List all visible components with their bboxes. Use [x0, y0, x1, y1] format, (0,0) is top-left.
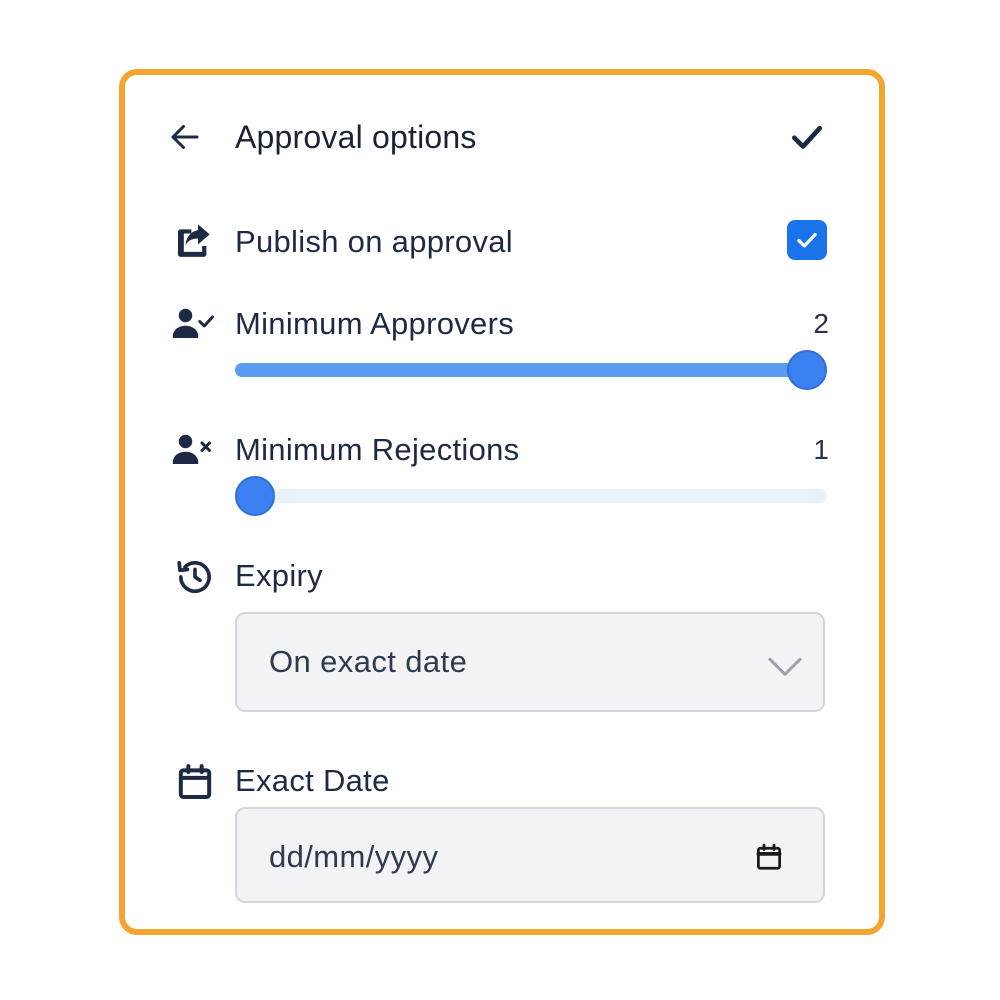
calendar-icon	[178, 764, 212, 799]
approvers-slider-thumb[interactable]	[787, 350, 827, 390]
rejections-row-icon	[171, 427, 215, 471]
expiry-select[interactable]: On exact date	[235, 612, 825, 712]
approval-options-panel: Approval options Publish on approval Min…	[119, 69, 885, 935]
approvers-label: Minimum Approvers	[235, 306, 515, 341]
calendar-picker-icon	[756, 843, 782, 870]
exact-date-label: Exact Date	[235, 763, 390, 798]
history-icon	[177, 561, 211, 594]
chevron-down-icon	[768, 657, 802, 676]
approvers-slider-fill	[235, 363, 827, 377]
approvers-value: 2	[813, 308, 829, 339]
publish-checkbox[interactable]	[787, 220, 827, 260]
arrow-left-icon	[171, 125, 199, 149]
page-title: Approval options	[235, 119, 477, 155]
rejections-label: Minimum Rejections	[235, 432, 520, 467]
exact-date-row-icon	[173, 760, 217, 804]
publish-label: Publish on approval	[235, 224, 513, 259]
approvers-row-icon	[171, 301, 215, 345]
back-button[interactable]	[165, 117, 205, 157]
rejections-slider-thumb[interactable]	[235, 476, 275, 516]
publish-row-icon	[171, 219, 215, 263]
date-picker-button[interactable]	[751, 839, 787, 875]
rejections-slider[interactable]	[235, 476, 827, 516]
share-icon	[178, 224, 210, 257]
check-icon	[791, 125, 823, 149]
confirm-button[interactable]	[785, 115, 829, 159]
expiry-select-value: On exact date	[269, 644, 468, 679]
approvers-slider[interactable]	[235, 350, 827, 390]
user-check-icon	[172, 308, 214, 338]
rejections-value: 1	[813, 434, 829, 465]
expiry-row-icon	[173, 555, 217, 599]
checkmark-icon	[797, 232, 817, 248]
user-x-icon	[172, 434, 211, 464]
expiry-label: Expiry	[235, 558, 323, 593]
exact-date-placeholder: dd/mm/yyyy	[269, 839, 439, 874]
exact-date-input[interactable]: dd/mm/yyyy	[235, 807, 825, 903]
